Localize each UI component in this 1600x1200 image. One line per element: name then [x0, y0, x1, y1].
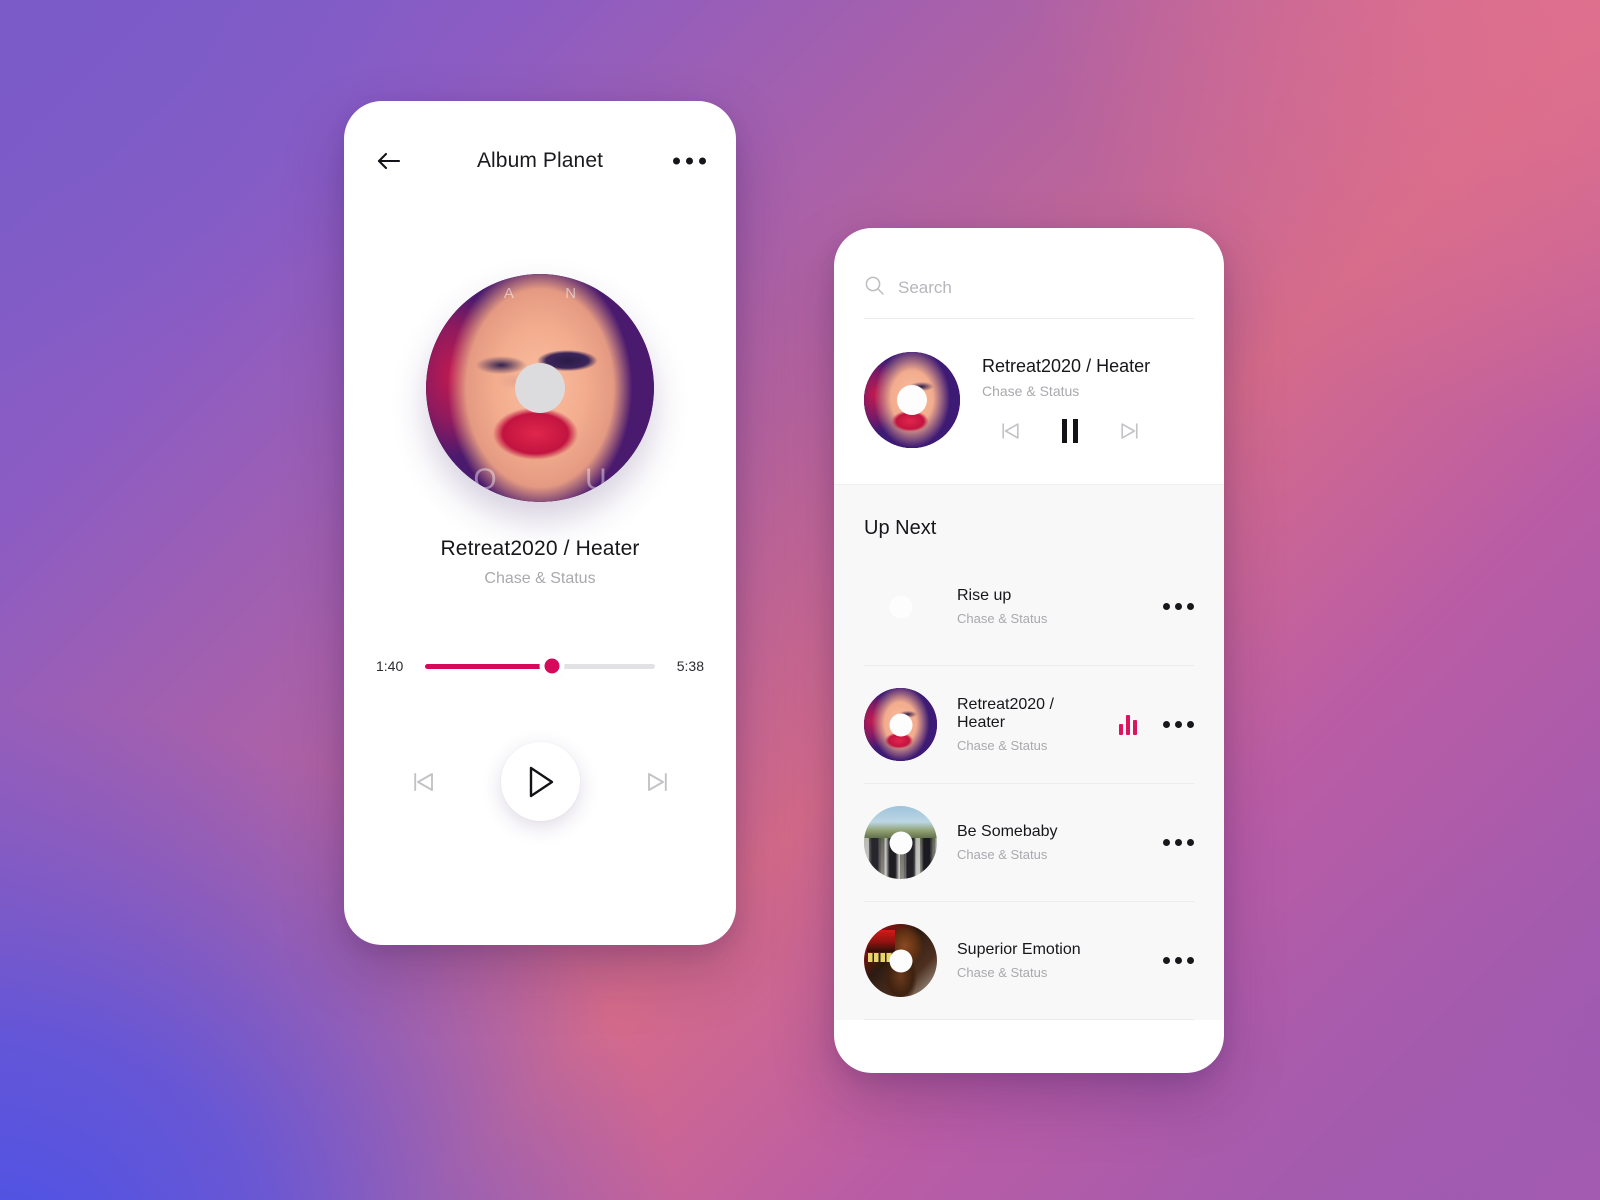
queue-item-text: Rise up Chase & Status — [957, 587, 1143, 626]
progress-handle[interactable] — [544, 658, 559, 674]
search-section — [834, 228, 1224, 319]
disc-center-hole — [897, 385, 927, 415]
search-bar[interactable] — [864, 275, 1194, 319]
queue-list-item[interactable]: Rise up Chase & Status — [864, 548, 1194, 666]
now-playing-title: Retreat2020 / Heater — [982, 356, 1151, 376]
search-input[interactable] — [898, 278, 1194, 298]
player-header: Album Planet — [344, 101, 736, 221]
pause-button[interactable] — [1057, 416, 1083, 446]
queue-item-artist: Chase & Status — [957, 738, 1048, 753]
play-button[interactable] — [500, 742, 580, 821]
background-gradient-bottom-left — [0, 0, 1600, 1200]
queue-list: Rise up Chase & Status Retreat2020 / Heate… — [834, 548, 1224, 1020]
disc-center-hole — [889, 713, 912, 736]
previous-track-button[interactable] — [408, 767, 438, 797]
transport-controls — [344, 742, 736, 821]
track-artist: Chase & Status — [484, 570, 596, 587]
queue-list-item[interactable]: Retreat2020 / Heater Chase & Status — [864, 666, 1194, 784]
more-horizontal-icon[interactable] — [1163, 949, 1194, 972]
queue-item-actions — [1163, 831, 1194, 854]
more-dot — [1175, 721, 1182, 728]
queue-item-text: Retreat2020 / Heater Chase & Status — [957, 696, 1099, 753]
queue-list-item[interactable]: Be Somebaby Chase & Status — [864, 784, 1194, 902]
player-screen: Album Planet A N O U Retreat2020 / Heate… — [344, 101, 736, 945]
more-dot — [1187, 957, 1194, 964]
more-horizontal-icon[interactable] — [671, 150, 708, 173]
queue-item-actions — [1163, 949, 1194, 972]
queue-item-text: Superior Emotion Chase & Status — [957, 941, 1143, 980]
total-time-label: 5:38 — [676, 658, 704, 674]
queue-item-artwork[interactable] — [864, 924, 937, 997]
disc-center-hole — [889, 831, 912, 854]
now-playing-artist: Chase & Status — [982, 383, 1080, 399]
disc-center-hole — [889, 949, 912, 972]
queue-item-title: Superior Emotion — [957, 941, 1081, 958]
more-dot — [1163, 721, 1170, 728]
more-dot — [1187, 721, 1194, 728]
queue-screen: Retreat2020 / Heater Chase & Status — [834, 228, 1224, 1073]
progress-fill — [425, 663, 552, 669]
album-artwork-container: A N O U — [344, 274, 736, 502]
background-gradient-top-right — [0, 0, 1600, 1200]
more-dot — [699, 157, 706, 165]
app-canvas: Album Planet A N O U Retreat2020 / Heate… — [0, 0, 1600, 1200]
queue-item-artist: Chase & Status — [957, 611, 1048, 626]
now-playing-controls — [982, 416, 1194, 446]
queue-item-text: Be Somebaby Chase & Status — [957, 823, 1143, 862]
disc-center-hole — [889, 595, 912, 618]
queue-item-artist: Chase & Status — [957, 847, 1048, 862]
queue-item-title: Be Somebaby — [957, 823, 1058, 840]
progress-section: 1:40 5:38 — [376, 658, 704, 674]
album-art-bottom-letters: O U — [473, 463, 647, 497]
queue-item-title: Retreat2020 / Heater — [957, 696, 1054, 731]
back-arrow-icon[interactable] — [374, 146, 404, 176]
more-dot — [1163, 957, 1170, 964]
queue-item-actions — [1119, 713, 1194, 736]
queue-item-actions — [1163, 595, 1194, 618]
more-dot — [1163, 603, 1170, 610]
queue-item-artwork[interactable] — [864, 806, 937, 879]
queue-item-title: Rise up — [957, 587, 1012, 604]
previous-track-button[interactable] — [997, 418, 1023, 444]
more-dot — [1187, 839, 1194, 846]
album-disc-icon[interactable]: A N O U — [426, 274, 654, 502]
more-dot — [686, 157, 693, 165]
next-track-button[interactable] — [643, 767, 673, 797]
more-dot — [1163, 839, 1170, 846]
page-title: Album Planet — [476, 149, 604, 172]
now-playing-bar: Retreat2020 / Heater Chase & Status — [834, 319, 1224, 484]
background-gradient-bottom-right — [0, 0, 1600, 1200]
more-horizontal-icon[interactable] — [1163, 595, 1194, 618]
more-horizontal-icon[interactable] — [1163, 713, 1194, 736]
up-next-heading: Up Next — [864, 517, 937, 539]
more-dot — [1175, 839, 1182, 846]
queue-item-artist: Chase & Status — [957, 965, 1048, 980]
current-time-label: 1:40 — [376, 658, 404, 674]
now-playing-artwork[interactable] — [864, 352, 960, 448]
track-info: Retreat2020 / Heater Chase & Status — [344, 537, 736, 588]
more-dot — [1187, 603, 1194, 610]
now-playing-info: Retreat2020 / Heater Chase & Status — [982, 352, 1194, 446]
more-horizontal-icon[interactable] — [1163, 831, 1194, 854]
background-gradient-top-left — [0, 0, 1600, 1200]
queue-item-artwork[interactable] — [864, 570, 937, 643]
queue-item-artwork[interactable] — [864, 688, 937, 761]
more-dot — [1175, 957, 1182, 964]
progress-slider[interactable] — [425, 658, 655, 674]
up-next-section: Up Next Rise up Chase & Status Retreat2020… — [834, 484, 1224, 1020]
track-title: Retreat2020 / Heater — [440, 537, 640, 560]
equalizer-playing-icon — [1119, 714, 1137, 735]
next-track-button[interactable] — [1117, 418, 1143, 444]
more-dot — [673, 157, 680, 165]
queue-list-item[interactable]: Superior Emotion Chase & Status — [864, 902, 1194, 1020]
disc-center-hole — [515, 363, 565, 413]
more-dot — [1175, 603, 1182, 610]
album-art-top-letters: A N — [503, 285, 601, 303]
search-icon — [864, 275, 885, 301]
